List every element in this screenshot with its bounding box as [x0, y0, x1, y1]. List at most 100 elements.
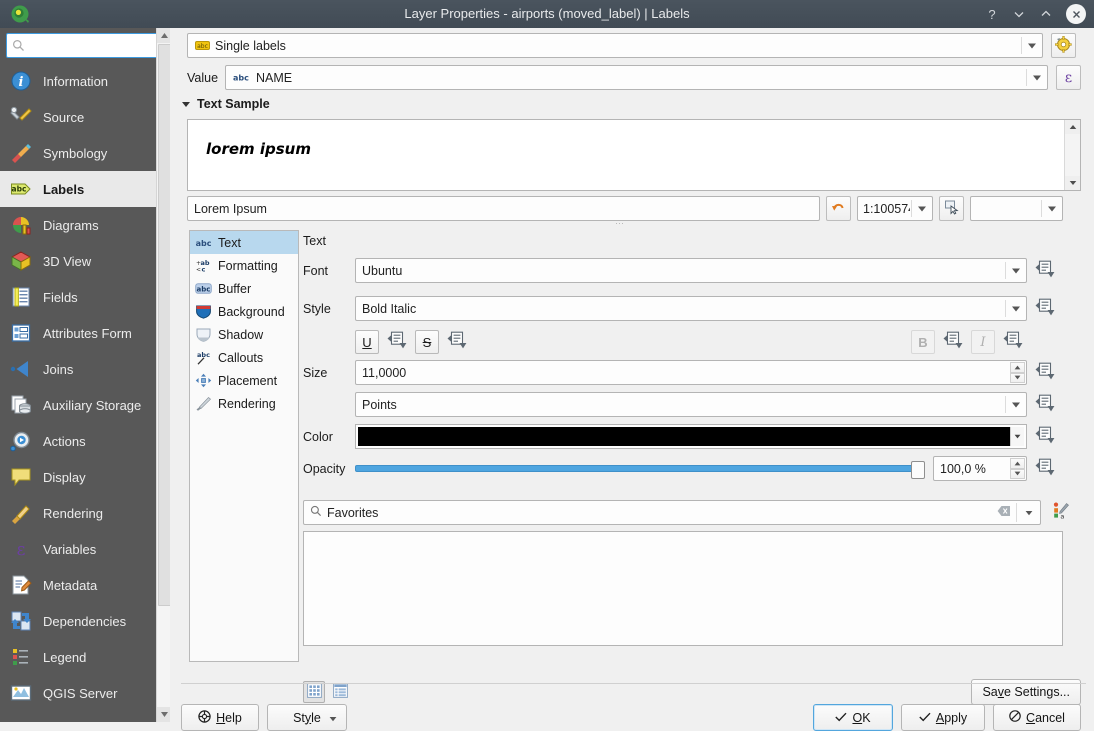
sidebar-item-source[interactable]: Source — [0, 99, 170, 135]
style-search-box[interactable]: Favorites — [303, 500, 1041, 525]
text-sample-input[interactable]: Lorem Ipsum — [187, 196, 820, 221]
style-search-row: Favorites a — [303, 500, 1081, 525]
sidebar-item-symbology[interactable]: Symbology — [0, 135, 170, 171]
sidebar-item-metadata[interactable]: Metadata — [0, 567, 170, 603]
opacity-slider[interactable] — [355, 456, 925, 481]
help-button-footer[interactable]: Help — [181, 704, 259, 731]
extra-combo[interactable] — [970, 196, 1063, 221]
color-dropdown-button[interactable] — [1010, 427, 1024, 446]
size-step-up[interactable] — [1010, 362, 1025, 373]
tab-background[interactable]: Background — [190, 300, 298, 323]
sidebar-item-dependencies[interactable]: Dependencies — [0, 603, 170, 639]
expression-button[interactable]: ε — [1056, 65, 1081, 90]
size-stepper[interactable] — [1010, 362, 1025, 383]
sidebar-scroll-track[interactable] — [157, 43, 172, 707]
color-swatch[interactable] — [355, 424, 1027, 449]
clear-text-icon[interactable] — [997, 505, 1011, 520]
color-override-button[interactable] — [1035, 426, 1056, 448]
font-override-button[interactable] — [1035, 260, 1056, 282]
sidebar-item-attributes-form[interactable]: Attributes Form — [0, 315, 170, 351]
style-value: Bold Italic — [362, 301, 417, 316]
bold-button[interactable]: B — [911, 330, 935, 354]
size-override-button[interactable] — [1035, 362, 1056, 384]
pick-from-map-button[interactable] — [939, 196, 964, 221]
labeling-mode-combo[interactable]: abc Single labels — [187, 33, 1043, 58]
triangle-down-icon[interactable] — [181, 97, 191, 111]
sidebar-item-diagrams[interactable]: Diagrams — [0, 207, 170, 243]
bold-override-button[interactable] — [941, 330, 965, 354]
sidebar-scrollbar[interactable] — [156, 28, 172, 722]
sidebar-item-variables[interactable]: ε Variables — [0, 531, 170, 567]
style-override-button[interactable] — [1035, 298, 1056, 320]
revert-sample-button[interactable] — [826, 196, 851, 221]
search-input[interactable] — [29, 37, 170, 54]
value-field-combo[interactable]: abc NAME — [224, 65, 1048, 90]
scale-combo[interactable]: 1:1005747 — [857, 196, 933, 221]
tab-shadow[interactable]: Shadow — [190, 323, 298, 346]
opacity-step-up[interactable] — [1010, 458, 1025, 469]
scroll-up-icon[interactable] — [157, 28, 171, 43]
strikethrough-override-button[interactable] — [445, 330, 469, 354]
labeling-settings-button[interactable] — [1051, 33, 1076, 58]
tab-placement[interactable]: Placement — [190, 369, 298, 392]
cancel-button[interactable]: Cancel — [993, 704, 1081, 731]
chevron-down-icon[interactable] — [1022, 510, 1036, 516]
metadata-icon — [9, 573, 33, 597]
scroll-down-icon[interactable] — [157, 707, 171, 722]
style-list[interactable] — [303, 531, 1063, 646]
tab-callouts[interactable]: abc Callouts — [190, 346, 298, 369]
tab-buffer[interactable]: abc Buffer — [190, 277, 298, 300]
text-sample-header[interactable]: Text Sample — [181, 97, 270, 111]
tab-rendering[interactable]: Rendering — [190, 392, 298, 415]
sidebar-item-labels[interactable]: abc Labels — [0, 171, 170, 207]
maximize-button[interactable] — [1039, 7, 1053, 21]
close-button[interactable] — [1066, 4, 1086, 24]
help-button[interactable]: ? — [985, 7, 999, 22]
style-manager-button[interactable]: a — [1050, 502, 1072, 523]
style-menu-button[interactable]: Style — [267, 704, 347, 731]
scroll-up-icon[interactable] — [1065, 120, 1080, 134]
sidebar-item-auxiliary-storage[interactable]: Auxiliary Storage — [0, 387, 170, 423]
opacity-spinbox[interactable]: 100,0 % — [933, 456, 1027, 481]
sidebar-item-qgis-server[interactable]: QGIS Server — [0, 675, 170, 711]
sidebar-item-joins[interactable]: Joins — [0, 351, 170, 387]
sidebar-item-actions[interactable]: Actions — [0, 423, 170, 459]
tab-text[interactable]: abc Text — [190, 231, 298, 254]
sidebar-item-3d-view[interactable]: 3D View — [0, 243, 170, 279]
strikethrough-button[interactable]: S — [415, 330, 439, 354]
combo-separator — [1026, 69, 1027, 86]
size-spinbox[interactable]: 11,0000 — [355, 360, 1027, 385]
opacity-stepper[interactable] — [1010, 458, 1025, 479]
style-combo[interactable]: Bold Italic — [355, 296, 1027, 321]
apply-button[interactable]: Apply — [901, 704, 985, 731]
ok-button[interactable]: OK — [813, 704, 893, 731]
display-icon — [9, 465, 33, 489]
sidebar-item-rendering[interactable]: Rendering — [0, 495, 170, 531]
text-sample-preview[interactable]: lorem ipsum — [187, 119, 1081, 191]
underline-override-button[interactable] — [385, 330, 409, 354]
opacity-step-down[interactable] — [1010, 468, 1025, 479]
italic-override-button[interactable] — [1001, 330, 1025, 354]
sidebar-item-fields[interactable]: Fields — [0, 279, 170, 315]
italic-button[interactable]: I — [971, 330, 995, 354]
search-box[interactable] — [6, 33, 170, 58]
sidebar-item-information[interactable]: i Information — [0, 63, 170, 99]
font-combo[interactable]: Ubuntu — [355, 258, 1027, 283]
scroll-down-icon[interactable] — [1065, 176, 1080, 190]
save-settings-label: Save Settings... — [982, 685, 1070, 699]
underline-button[interactable]: U — [355, 330, 379, 354]
unit-combo[interactable]: Points — [355, 392, 1027, 417]
sidebar-item-legend[interactable]: Legend — [0, 639, 170, 675]
splitter-grip[interactable]: ⋯ — [615, 218, 625, 229]
sidebar-item-display[interactable]: Display — [0, 459, 170, 495]
unit-override-button[interactable] — [1035, 394, 1056, 416]
minimize-button[interactable] — [1012, 7, 1026, 21]
list-view-button[interactable] — [329, 681, 351, 703]
tab-formatting[interactable]: + ab < c Formatting — [190, 254, 298, 277]
icon-view-button[interactable] — [303, 681, 325, 703]
size-step-down[interactable] — [1010, 372, 1025, 383]
opacity-override-button[interactable] — [1035, 458, 1056, 480]
unit-row: Points — [303, 392, 1081, 417]
opacity-slider-handle[interactable] — [911, 461, 925, 479]
preview-scrollbar[interactable] — [1064, 120, 1080, 190]
